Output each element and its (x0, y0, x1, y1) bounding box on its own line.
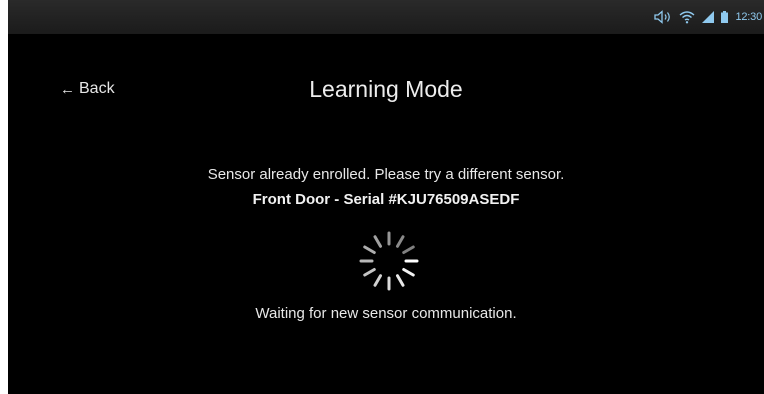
spinner-spoke (396, 274, 405, 287)
sensor-info: Front Door - Serial #KJU76509ASEDF (252, 191, 520, 208)
page-title: Learning Mode (309, 76, 463, 102)
loading-spinner-icon (359, 231, 419, 291)
spinner-spoke (402, 245, 415, 254)
battery-icon (721, 11, 729, 23)
waiting-message: Waiting for new sensor communication. (255, 305, 517, 322)
already-enrolled-message: Sensor already enrolled. Please try a di… (207, 166, 565, 183)
spinner-spoke (373, 274, 382, 287)
status-time: 12:30 (735, 11, 762, 23)
signal-icon (702, 11, 715, 23)
spinner-spoke (373, 235, 382, 248)
status-icons: 12:30 (654, 8, 762, 26)
spinner-spoke (363, 245, 376, 254)
wifi-icon (680, 11, 695, 24)
app-screen: 12:30 ← Back Learning Mode Sensor alread… (8, 0, 764, 394)
volume-icon (654, 10, 671, 24)
spinner-spoke (363, 268, 376, 277)
spinner-spoke (396, 235, 405, 248)
spinner-spoke (402, 268, 415, 277)
status-bar: 12:30 (8, 0, 764, 34)
